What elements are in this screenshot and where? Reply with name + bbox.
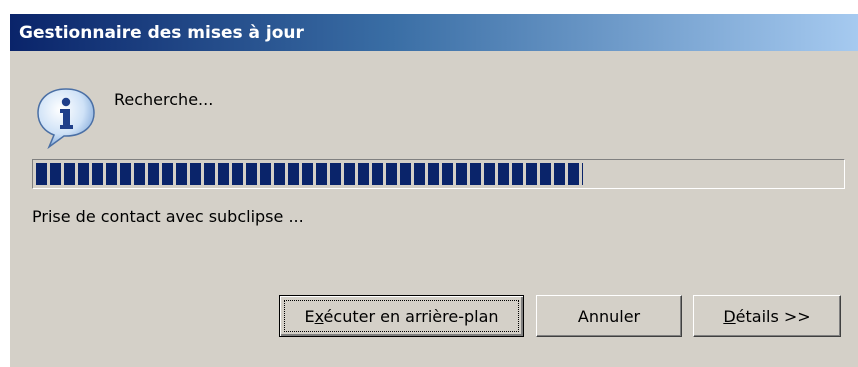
cancel-label: Annuler <box>577 306 641 326</box>
progress-bar <box>32 159 845 189</box>
details-label: Détails >> <box>723 306 811 326</box>
run-in-background-label: Exécuter en arrière-plan <box>304 306 499 326</box>
run-in-background-button[interactable]: Exécuter en arrière-plan <box>279 295 524 337</box>
title-bar[interactable]: Gestionnaire des mises à jour <box>10 14 858 51</box>
mnemonic-d: D <box>723 306 736 326</box>
mnemonic-x: x <box>314 306 324 326</box>
update-manager-dialog: Gestionnaire des mises à jour Recherche.… <box>9 13 858 367</box>
window-title: Gestionnaire des mises à jour <box>19 22 304 43</box>
details-button[interactable]: Détails >> <box>693 295 841 337</box>
status-heading: Recherche... <box>114 90 214 109</box>
status-detail: Prise de contact avec subclipse ... <box>32 207 304 226</box>
information-icon <box>34 85 98 150</box>
progress-bar-fill <box>36 163 584 185</box>
cancel-button[interactable]: Annuler <box>536 295 682 337</box>
